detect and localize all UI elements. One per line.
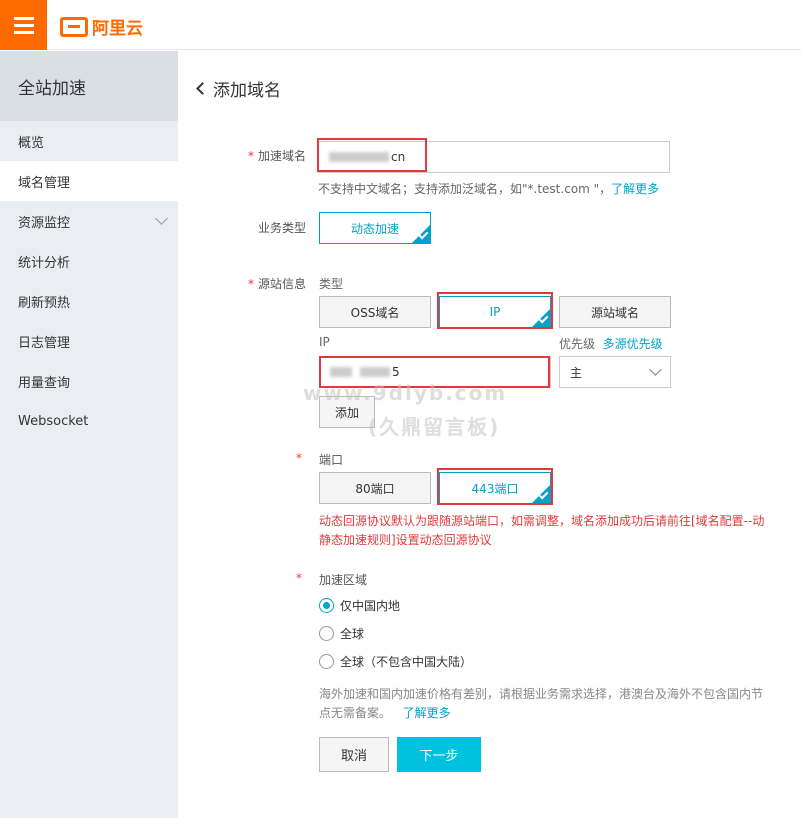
origin-type-ip[interactable]: IP	[439, 296, 551, 328]
masked-text	[329, 152, 389, 162]
dynamic-acceleration-option[interactable]: 动态加速	[319, 212, 431, 244]
radio-label: 仅中国内地	[340, 599, 401, 613]
page-title: 添加域名	[196, 76, 281, 101]
radio-icon	[319, 626, 334, 641]
sidebar-item-label: 概览	[18, 135, 45, 151]
priority-label: 优先级 多源优先级	[559, 337, 663, 351]
domain-label: * 加速域名	[248, 149, 307, 163]
port-warning: 动态回源协议默认为跟随源站端口，如需调整，域名添加成功后请前往[域名配置--动 …	[319, 512, 779, 550]
port-443-option[interactable]: 443端口	[439, 472, 551, 504]
radio-label: 全球	[340, 627, 365, 641]
masked-text	[360, 367, 390, 377]
sidebar-item-websocket[interactable]: Websocket	[0, 401, 178, 441]
priority-select[interactable]: 主	[559, 356, 671, 388]
add-origin-button[interactable]: 添加	[319, 396, 375, 428]
note-line: 点无需备案。	[319, 706, 392, 720]
note-line: 海外加速和国内加速价格有差别，请根据业务需求选择，港澳台及海外不包含国内节	[319, 687, 764, 701]
domain-hint: 不支持中文域名；支持添加泛域名，如"*.test.com "，了解更多	[318, 182, 660, 196]
port-label-text: 端口	[319, 453, 344, 467]
ip-label: IP	[319, 335, 330, 349]
button-label: 添加	[334, 405, 359, 420]
sidebar-item-domain-management[interactable]: 域名管理	[0, 161, 178, 201]
masked-text	[330, 367, 352, 377]
option-label: OSS域名	[350, 305, 400, 320]
origin-label: * 源站信息	[248, 277, 307, 291]
top-bar: 阿里云	[0, 0, 801, 50]
chevron-down-icon	[155, 212, 168, 225]
sidebar-item-label: 资源监控	[18, 215, 71, 231]
option-label: IP	[489, 305, 501, 319]
watermark-line2: (久鼎留言板)	[368, 415, 501, 439]
learn-more-link[interactable]: 了解更多	[611, 182, 659, 196]
sidebar-item-label: 刷新预热	[18, 295, 71, 311]
button-label: 下一步	[419, 749, 459, 764]
option-label: 443端口	[471, 481, 519, 496]
origin-type-oss[interactable]: OSS域名	[319, 296, 431, 328]
ip-input[interactable]: 5	[319, 356, 551, 388]
region-note: 海外加速和国内加速价格有差别，请根据业务需求选择，港澳台及海外不包含国内节 点无…	[319, 685, 789, 723]
page-title-text: 添加域名	[213, 81, 281, 101]
sidebar-item-resource-monitoring[interactable]: 资源监控	[0, 201, 178, 241]
port-80-option[interactable]: 80端口	[319, 472, 431, 504]
radio-checked-icon	[319, 598, 334, 613]
radio-label: 全球（不包含中国大陆）	[340, 655, 473, 669]
sidebar-item-logs[interactable]: 日志管理	[0, 321, 178, 361]
region-required: *	[296, 571, 302, 585]
check-icon	[532, 485, 550, 503]
sidebar-item-label: 域名管理	[18, 175, 71, 191]
sidebar-item-refresh-preload[interactable]: 刷新预热	[0, 281, 178, 321]
sidebar-title: 全站加速	[0, 51, 178, 121]
option-label: 动态加速	[350, 221, 399, 236]
check-icon	[532, 309, 550, 327]
logo-text: 阿里云	[92, 19, 143, 39]
chevron-down-icon	[649, 363, 662, 376]
origin-type-domain[interactable]: 源站域名	[559, 296, 671, 328]
sidebar-item-label: 用量查询	[18, 375, 71, 391]
priority-select-value: 主	[570, 365, 583, 380]
cancel-button[interactable]: 取消	[319, 737, 389, 772]
warning-line: 动态回源协议默认为跟随源站端口，如需调整，域名添加成功后请前往[域名配置--动	[319, 514, 765, 528]
port-label: *	[296, 451, 302, 465]
sidebar-item-label: Websocket	[18, 413, 89, 429]
region-option-global-excl[interactable]: 全球（不包含中国大陆）	[319, 653, 472, 670]
check-icon	[412, 225, 430, 243]
sidebar-item-label: 统计分析	[18, 255, 71, 271]
radio-icon	[319, 654, 334, 669]
origin-type-label: 类型	[319, 277, 344, 291]
region-option-global[interactable]: 全球	[319, 625, 364, 642]
aliyun-logo-icon	[60, 16, 88, 37]
sidebar-item-label: 日志管理	[18, 335, 71, 351]
warning-line: 静态加速规则]设置动态回源协议	[319, 533, 492, 547]
sidebar-item-overview[interactable]: 概览	[0, 121, 178, 161]
region-option-mainland[interactable]: 仅中国内地	[319, 597, 400, 614]
sidebar-item-usage[interactable]: 用量查询	[0, 361, 178, 401]
aliyun-logo[interactable]: 阿里云	[60, 14, 143, 39]
domain-input[interactable]: cn	[318, 141, 670, 173]
sidebar-item-statistics[interactable]: 统计分析	[0, 241, 178, 281]
ip-input-value: 5	[392, 365, 400, 379]
learn-more-link[interactable]: 了解更多	[402, 706, 450, 720]
option-label: 源站域名	[590, 305, 639, 320]
back-icon[interactable]	[196, 82, 209, 95]
domain-input-value: cn	[391, 150, 406, 164]
sidebar: 全站加速 概览 域名管理 资源监控 统计分析 刷新预热 日志管理 用量查询 We…	[0, 51, 178, 818]
multi-origin-priority-link[interactable]: 多源优先级	[603, 337, 663, 351]
main-content: 添加域名 * 加速域名 cn 不支持中文域名；支持添加泛域名，如"*.test.c…	[178, 51, 801, 818]
biz-type-label: 业务类型	[258, 221, 307, 235]
next-step-button[interactable]: 下一步	[397, 737, 481, 772]
region-label: 加速区域	[319, 573, 368, 587]
option-label: 80端口	[355, 481, 395, 496]
menu-icon[interactable]	[0, 0, 47, 50]
button-label: 取消	[340, 749, 367, 764]
